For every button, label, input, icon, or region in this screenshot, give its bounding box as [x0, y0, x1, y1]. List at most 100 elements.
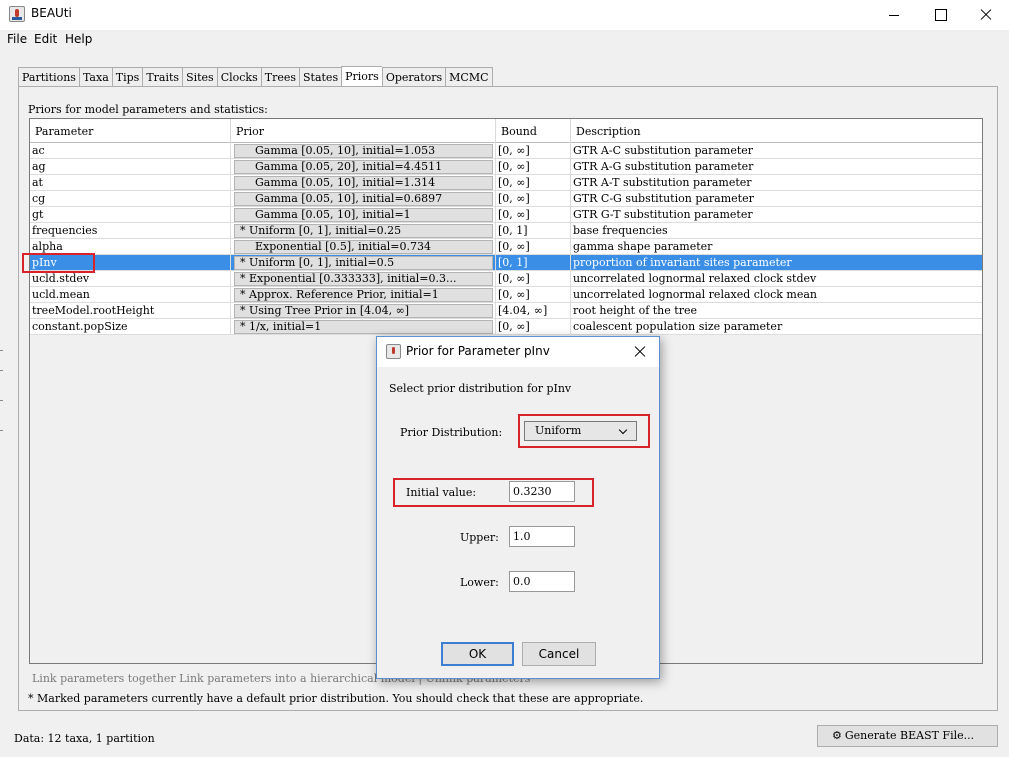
tab-priors[interactable]: Priors — [341, 66, 382, 87]
prior-button[interactable]: * Uniform [0, 1], initial=0.25 — [234, 224, 493, 238]
tab-clocks[interactable]: Clocks — [216, 67, 261, 87]
table-row[interactable]: frequencies * Uniform [0, 1], initial=0.2… — [30, 223, 982, 239]
tab-tips[interactable]: Tips — [111, 67, 143, 87]
parameter-cell[interactable]: frequencies — [30, 223, 231, 239]
lower-label: Lower: — [460, 576, 499, 589]
tab-trees[interactable]: Trees — [260, 67, 299, 87]
parameter-cell[interactable]: ag — [30, 159, 231, 175]
table-row[interactable]: alpha Exponential [0.5], initial=0.734 [0,… — [30, 239, 982, 255]
tab-bar: Partitions Taxa Tips Traits Sites Clocks… — [18, 66, 493, 87]
table-row[interactable]: ucld.stdev * Exponential [0.333333], init… — [30, 271, 982, 287]
prior-cell: Gamma [0.05, 10], initial=1.314 — [231, 175, 496, 191]
parameter-cell[interactable]: treeModel.rootHeight — [30, 303, 231, 319]
parameter-cell[interactable]: ucld.stdev — [30, 271, 231, 287]
tab-sites[interactable]: Sites — [182, 67, 217, 87]
parameter-cell[interactable]: ucld.mean — [30, 287, 231, 303]
table-row[interactable]: ag Gamma [0.05, 20], initial=4.4511 [0, ∞]… — [30, 159, 982, 175]
tab-operators[interactable]: Operators — [381, 67, 446, 87]
description-cell: GTR G-T substitution parameter — [573, 208, 753, 221]
description-cell: GTR C-G substitution parameter — [573, 192, 754, 205]
description-cell: uncorrelated lognormal relaxed clock mea… — [573, 288, 817, 301]
table-row[interactable]: ac Gamma [0.05, 10], initial=1.053 [0, ∞] G… — [30, 143, 982, 159]
column-header-bound[interactable]: Bound — [496, 119, 571, 143]
table-row[interactable]: ucld.mean * Approx. Reference Prior, init… — [30, 287, 982, 303]
menu-edit[interactable]: Edit — [34, 32, 57, 46]
tab-partitions[interactable]: Partitions — [18, 67, 79, 87]
upper-input[interactable] — [509, 526, 575, 547]
prior-button[interactable]: * Exponential [0.333333], initial=0.3... — [234, 272, 493, 286]
prior-cell: Gamma [0.05, 10], initial=0.6897 — [231, 191, 496, 207]
parameter-cell[interactable]: gt — [30, 207, 231, 223]
bound-cell: [0, ∞] — [496, 239, 571, 255]
bound-cell: [0, 1] — [496, 223, 571, 239]
column-header-parameter[interactable]: Parameter — [30, 119, 231, 143]
menu-help[interactable]: Help — [65, 32, 92, 46]
parameter-cell[interactable]: ac — [30, 143, 231, 159]
bound-cell: [0, ∞] — [496, 175, 571, 191]
dialog-close-icon[interactable] — [631, 343, 649, 361]
description-cell: GTR A-G substitution parameter — [573, 160, 754, 173]
minimize-icon[interactable] — [871, 0, 917, 30]
bound-cell: [0, ∞] — [496, 271, 571, 287]
highlight-box-initial-value — [393, 478, 594, 507]
tick-mark — [0, 430, 3, 431]
priors-heading: Priors for model parameters and statisti… — [28, 103, 268, 116]
cancel-button[interactable]: Cancel — [522, 642, 596, 666]
description-cell: uncorrelated lognormal relaxed clock std… — [573, 272, 817, 285]
gear-icon: ⚙ — [832, 729, 842, 742]
bound-cell: [0, ∞] — [496, 191, 571, 207]
table-row[interactable]: at Gamma [0.05, 10], initial=1.314 [0, ∞] G… — [30, 175, 982, 191]
column-header-description[interactable]: Description — [571, 119, 982, 143]
parameter-cell[interactable]: constant.popSize — [30, 319, 231, 335]
table-row[interactable]: pInv * Uniform [0, 1], initial=0.5 [0, 1] p… — [30, 255, 982, 271]
bound-cell: [4.04, ∞] — [496, 303, 571, 319]
bound-cell: [0, ∞] — [496, 319, 571, 335]
column-header-prior[interactable]: Prior — [231, 119, 496, 143]
description-cell: proportion of invariant sites parameter — [573, 256, 792, 269]
bound-cell: [0, ∞] — [496, 143, 571, 159]
prior-button[interactable]: Gamma [0.05, 10], initial=0.6897 — [234, 192, 493, 206]
marked-parameters-note: * Marked parameters currently have a def… — [28, 692, 644, 705]
close-icon[interactable] — [963, 0, 1009, 30]
prior-button[interactable]: Gamma [0.05, 20], initial=4.4511 — [234, 160, 493, 174]
prior-button[interactable]: Exponential [0.5], initial=0.734 — [234, 240, 493, 254]
generate-button-label: Generate BEAST File... — [844, 729, 975, 742]
description-cell: base frequencies — [573, 224, 668, 237]
table-row[interactable]: cg Gamma [0.05, 10], initial=0.6897 [0, ∞]… — [30, 191, 982, 207]
menu-file[interactable]: File — [7, 32, 27, 46]
highlight-box-pinv — [22, 253, 95, 273]
prior-button[interactable]: Gamma [0.05, 10], initial=1 — [234, 208, 493, 222]
dialog-title: Prior for Parameter pInv — [406, 344, 550, 358]
prior-button[interactable]: Gamma [0.05, 10], initial=1.053 — [234, 144, 493, 158]
parameter-cell[interactable]: cg — [30, 191, 231, 207]
prior-button[interactable]: * Uniform [0, 1], initial=0.5 — [234, 256, 493, 270]
dialog-titlebar: Prior for Parameter pInv — [377, 337, 659, 367]
table-row[interactable]: treeModel.rootHeight * Using Tree Prior i… — [30, 303, 982, 319]
description-cell: GTR A-T substitution parameter — [573, 176, 752, 189]
prior-cell: * Uniform [0, 1], initial=0.25 — [231, 223, 496, 239]
prior-cell: Gamma [0.05, 10], initial=1 — [231, 207, 496, 223]
prior-cell: * Approx. Reference Prior, initial=1 — [231, 287, 496, 303]
tab-taxa[interactable]: Taxa — [78, 67, 112, 87]
prior-button[interactable]: Gamma [0.05, 10], initial=1.314 — [234, 176, 493, 190]
tab-states[interactable]: States — [299, 67, 342, 87]
description-cell: GTR A-C substitution parameter — [573, 144, 754, 157]
lower-input[interactable] — [509, 571, 575, 592]
prior-button[interactable]: * Approx. Reference Prior, initial=1 — [234, 288, 493, 302]
window-titlebar: BEAUti — [0, 0, 1009, 30]
prior-cell: Exponential [0.5], initial=0.734 — [231, 239, 496, 255]
tab-traits[interactable]: Traits — [142, 67, 183, 87]
parameter-cell[interactable]: at — [30, 175, 231, 191]
prior-cell: * Uniform [0, 1], initial=0.5 — [231, 255, 496, 271]
maximize-icon[interactable] — [917, 0, 963, 30]
tick-mark — [0, 370, 3, 371]
bound-cell: [0, ∞] — [496, 287, 571, 303]
generate-beast-file-button[interactable]: ⚙ Generate BEAST File... — [817, 725, 998, 747]
prior-button[interactable]: * Using Tree Prior in [4.04, ∞] — [234, 304, 493, 318]
table-row[interactable]: gt Gamma [0.05, 10], initial=1 [0, ∞] GTR G… — [30, 207, 982, 223]
prior-button[interactable]: * 1/x, initial=1 — [234, 320, 493, 334]
dialog-instruction: Select prior distribution for pInv — [389, 382, 572, 395]
tab-mcmc[interactable]: MCMC — [445, 67, 493, 87]
ok-button[interactable]: OK — [441, 642, 514, 666]
table-row[interactable]: constant.popSize * 1/x, initial=1 [0, ∞] co… — [30, 319, 982, 335]
